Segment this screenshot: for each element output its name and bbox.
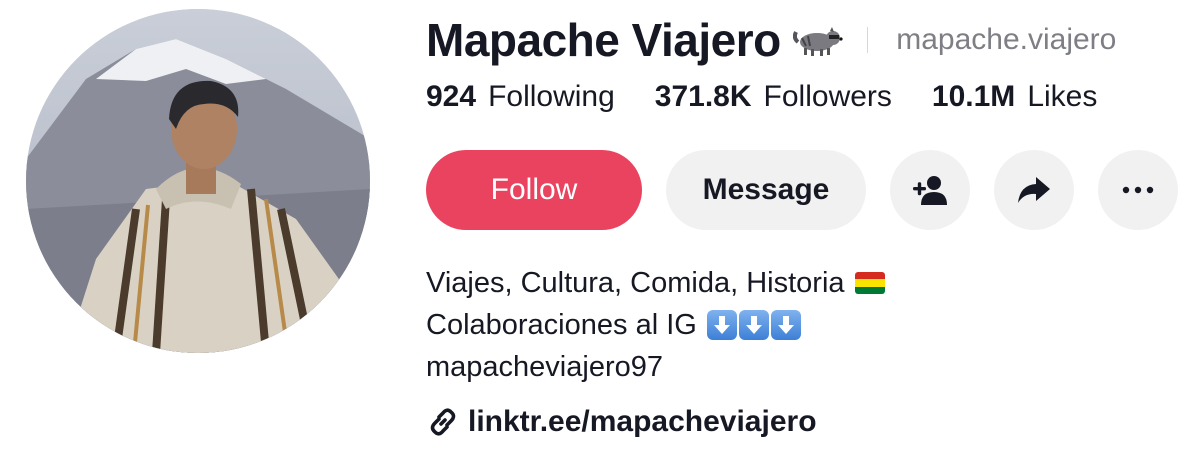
stat-followers[interactable]: 371.8K Followers — [655, 80, 892, 114]
share-icon — [1017, 175, 1051, 205]
stat-value: 10.1M — [931, 80, 1016, 113]
down-arrows-icon — [706, 310, 801, 340]
link-text[interactable]: linktr.ee/mapacheviajero — [468, 405, 817, 439]
add-friend-button[interactable] — [890, 150, 970, 230]
profile-stats: 924 Following 371.8K Followers 10.1M Lik… — [426, 80, 1097, 114]
stat-likes: 10.1M Likes — [932, 80, 1097, 114]
bio-text: Colaboraciones al IG — [426, 309, 697, 341]
raccoon-icon — [792, 22, 843, 58]
stat-value: 924 — [426, 80, 477, 113]
bio: Viajes, Cultura, Comida, Historia Colabo… — [426, 262, 885, 388]
bolivia-flag-icon — [854, 272, 885, 294]
stat-label: Likes — [1027, 80, 1098, 113]
bio-text: Viajes, Cultura, Comida, Historia — [426, 267, 845, 299]
down-arrow-icon — [706, 310, 737, 340]
avatar-photo — [26, 9, 370, 353]
more-icon — [1121, 186, 1155, 194]
stat-value: 371.8K — [654, 80, 752, 113]
follow-button[interactable]: Follow — [426, 150, 642, 230]
add-user-icon — [913, 175, 947, 205]
bio-line: Colaboraciones al IG — [426, 304, 885, 346]
stat-label: Followers — [763, 80, 892, 113]
stat-following[interactable]: 924 Following — [426, 80, 615, 114]
link-icon — [426, 405, 460, 439]
down-arrow-icon — [738, 310, 769, 340]
name-divider — [866, 27, 869, 53]
bio-line: Viajes, Cultura, Comida, Historia — [426, 262, 885, 304]
message-button[interactable]: Message — [666, 150, 866, 230]
share-button[interactable] — [994, 150, 1074, 230]
name-row: Mapache Viajero mapache.viajero — [426, 12, 1116, 68]
bio-link[interactable]: linktr.ee/mapacheviajero — [426, 400, 817, 444]
profile-header: Mapache Viajero mapache.viajero 924 Foll… — [0, 0, 1198, 456]
more-button[interactable] — [1098, 150, 1178, 230]
avatar[interactable] — [26, 9, 370, 353]
username: mapache.viajero — [896, 23, 1117, 56]
down-arrow-icon — [770, 310, 801, 340]
bio-line: mapacheviajero97 — [426, 346, 885, 388]
display-name: Mapache Viajero — [426, 14, 781, 66]
bio-text: mapacheviajero97 — [426, 351, 663, 383]
stat-label: Following — [488, 80, 615, 113]
